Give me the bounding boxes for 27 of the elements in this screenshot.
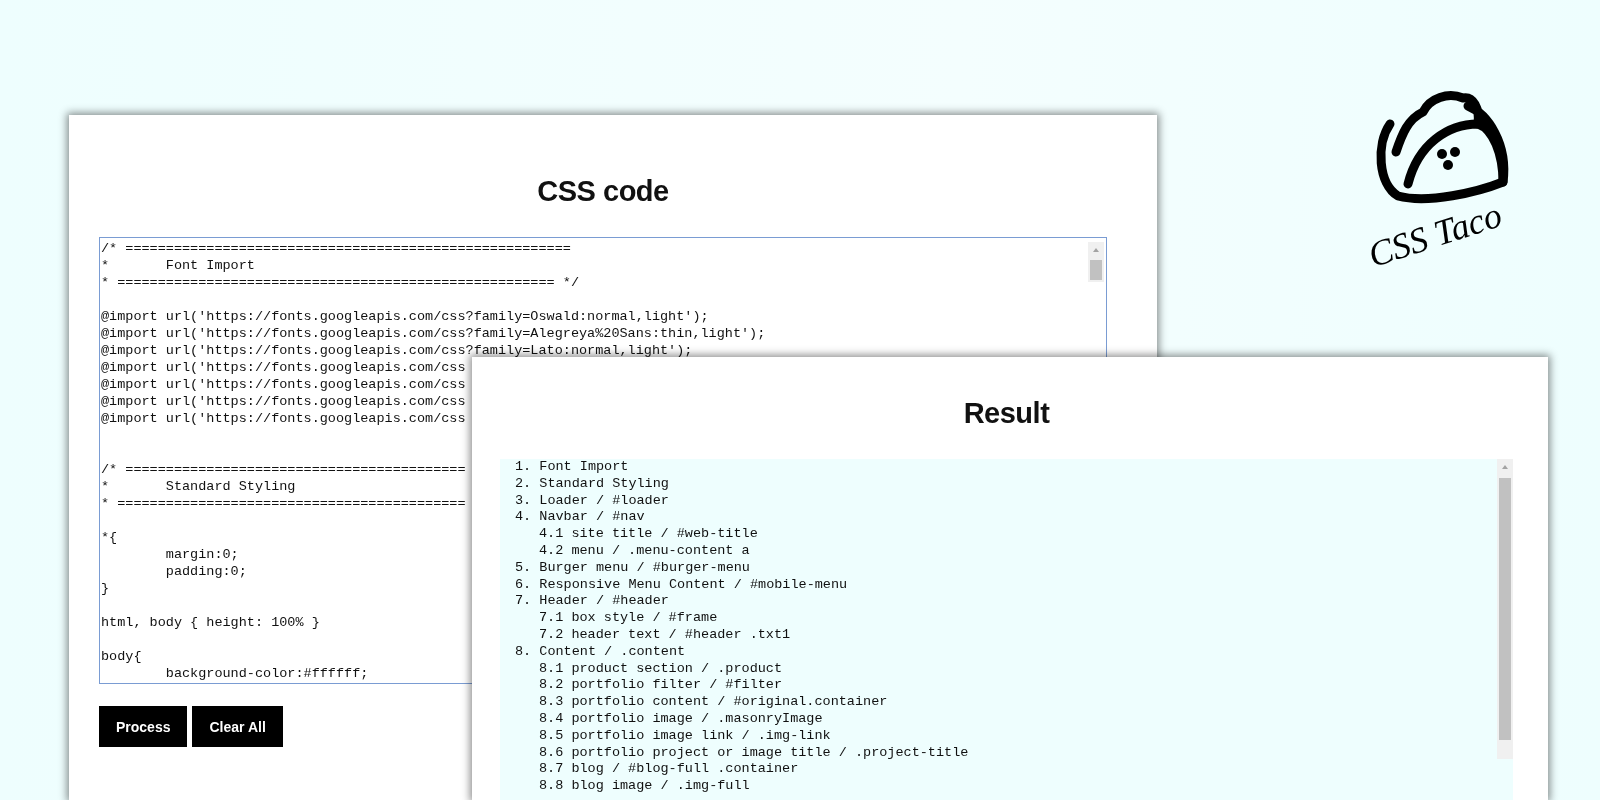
outline-item: 8.7 blog / #blog-full .container: [539, 761, 800, 779]
outline-item: 1. Font Import: [515, 459, 630, 476]
outline-item: 2. Standard Styling: [515, 475, 670, 493]
logo-text: CSS Taco: [1363, 193, 1507, 276]
outline-item: 7.1 box style / #frame: [539, 610, 719, 627]
outline-item: 8.8 blog image / .img-full: [539, 778, 751, 795]
clear-all-button[interactable]: Clear All: [192, 706, 283, 747]
outline-item: 8.3 portfolio content / #original.container: [539, 694, 889, 711]
outline-item: 7.2 header text / #header .txt1: [539, 626, 792, 644]
outline-item: 4.1 site title / #web-title: [539, 526, 759, 543]
outline-item: 8.4 portfolio image / .masonryImage: [539, 710, 824, 728]
outline-item: 8. Content / .content: [515, 643, 687, 661]
outline-item: 3. Loader / #loader: [515, 492, 670, 510]
outline-item: 7. Header / #header: [515, 593, 670, 611]
outline-item: 4. Navbar / #nav: [515, 509, 646, 527]
outline-item: 8.1 product section / .product: [539, 660, 784, 678]
scrollbar[interactable]: [1088, 242, 1104, 282]
panel-title: Result: [962, 396, 1051, 431]
outline-item: 8.2 portfolio filter / #filter: [539, 677, 784, 695]
process-button[interactable]: Process: [99, 706, 188, 747]
scrollbar[interactable]: [1497, 459, 1513, 759]
outline-item: 5. Burger menu / #burger-menu: [515, 559, 751, 577]
outline-item: 4.2 menu / .menu-content a: [539, 543, 751, 560]
outline-item: 6. Responsive Menu Content / #mobile-menu: [515, 576, 849, 594]
outline-item: 8.5 portfolio image link / .img-link: [539, 727, 832, 745]
outline-item: 8.6 portfolio project or image title / .project-title: [539, 744, 970, 762]
panel-title: CSS code: [536, 174, 670, 209]
